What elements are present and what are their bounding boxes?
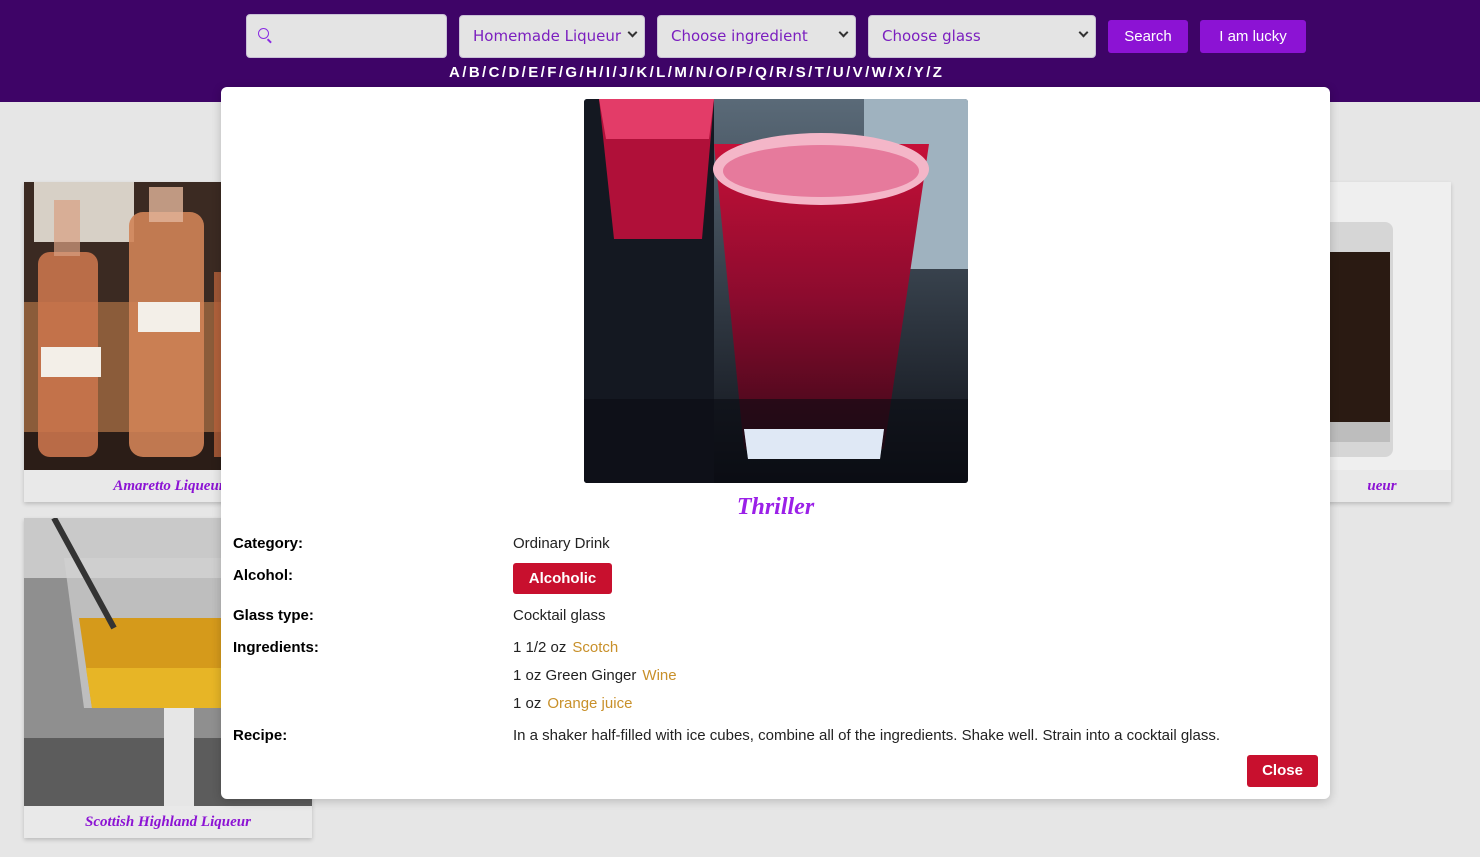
letter-separator: /	[579, 64, 585, 81]
drink-title: Thriller	[736, 494, 815, 520]
letter-separator: /	[729, 64, 735, 81]
search-button[interactable]: Search	[1108, 20, 1188, 53]
letter-link-f[interactable]: F	[547, 64, 557, 81]
letter-link-h[interactable]: H	[586, 64, 597, 81]
chevron-down-icon	[1078, 27, 1089, 38]
ingredient-measure: 1 1/2 oz	[513, 639, 567, 656]
glass-type-label: Glass type:	[233, 607, 314, 624]
letter-link-s[interactable]: S	[796, 64, 806, 81]
letter-separator: /	[689, 64, 694, 81]
letter-separator: /	[769, 64, 774, 81]
letter-separator: /	[709, 64, 714, 81]
letter-link-z[interactable]: Z	[933, 64, 943, 81]
letter-link-t[interactable]: T	[815, 64, 825, 81]
drink-card-name[interactable]: Scottish Highland Liqueur	[24, 814, 312, 831]
close-button[interactable]: Close	[1247, 755, 1318, 787]
letter-separator: /	[907, 64, 912, 81]
ingredient-link[interactable]: Scotch	[572, 639, 618, 656]
glass-select[interactable]: Choose glass	[868, 15, 1096, 58]
letter-separator: /	[748, 64, 754, 81]
ingredient-link[interactable]: Orange juice	[547, 695, 632, 712]
search-icon	[258, 28, 269, 39]
letter-link-u[interactable]: U	[833, 64, 844, 81]
letter-separator: /	[501, 64, 507, 81]
letter-link-k[interactable]: K	[636, 64, 647, 81]
ingredients-label: Ingredients:	[233, 639, 319, 656]
letter-link-n[interactable]: N	[696, 64, 707, 81]
alcohol-label: Alcohol:	[233, 567, 293, 584]
ingredient-row: 1 oz Orange juice	[513, 695, 632, 712]
letter-separator: /	[789, 64, 794, 81]
letter-link-w[interactable]: W	[872, 64, 887, 81]
category-select[interactable]: Homemade Liqueur	[459, 15, 645, 58]
ingredient-measure: 1 oz Green Ginger	[513, 667, 637, 684]
category-select-value: Homemade Liqueur	[473, 27, 622, 45]
letter-link-l[interactable]: L	[656, 64, 666, 81]
letter-separator: /	[629, 64, 635, 81]
chevron-down-icon	[838, 27, 849, 38]
letter-link-x[interactable]: X	[895, 64, 905, 81]
letter-link-c[interactable]: C	[489, 64, 500, 81]
letter-separator: /	[612, 64, 618, 81]
letter-separator: /	[558, 64, 564, 81]
drink-detail-modal: Thriller Category: Ordinary Drink Alcoho…	[221, 87, 1330, 799]
letter-separator: /	[826, 64, 831, 81]
chevron-down-icon	[627, 27, 638, 38]
letter-separator: /	[865, 64, 870, 81]
recipe-label: Recipe:	[233, 727, 288, 744]
glass-type-value: Cocktail glass	[513, 607, 606, 624]
letter-separator: /	[540, 64, 546, 81]
letter-separator: /	[521, 64, 527, 81]
letter-link-v[interactable]: V	[853, 64, 863, 81]
letter-link-m[interactable]: M	[674, 64, 687, 81]
ingredient-select[interactable]: Choose ingredient	[657, 15, 856, 58]
letter-link-d[interactable]: D	[508, 64, 519, 81]
letter-link-i[interactable]: I	[606, 64, 611, 81]
letter-link-y[interactable]: Y	[914, 64, 924, 81]
letter-link-r[interactable]: R	[776, 64, 787, 81]
letter-link-g[interactable]: G	[565, 64, 577, 81]
letter-index: A / B / C / D / E / F / G / H / I / J / K / L / M / N / O / P / Q / R / S / T /…	[449, 64, 1105, 84]
letter-separator: /	[667, 64, 673, 81]
category-value: Ordinary Drink	[513, 535, 610, 552]
letter-separator: /	[482, 64, 487, 81]
ingredient-measure: 1 oz	[513, 695, 542, 712]
ingredient-link[interactable]: Wine	[642, 667, 676, 684]
letter-separator: /	[926, 64, 931, 81]
ingredient-row: 1 oz Green Ginger Wine	[513, 667, 677, 684]
search-input[interactable]	[275, 15, 443, 57]
letter-link-q[interactable]: Q	[755, 64, 767, 81]
letter-link-e[interactable]: E	[528, 64, 538, 81]
ingredient-select-value: Choose ingredient	[671, 27, 808, 45]
drink-image	[584, 99, 968, 483]
category-label: Category:	[233, 535, 304, 552]
letter-link-p[interactable]: P	[736, 64, 746, 81]
alcohol-badge: Alcoholic	[513, 563, 612, 594]
recipe-text: In a shaker half-filled with ice cubes, …	[513, 727, 1221, 744]
glass-select-value: Choose glass	[882, 27, 981, 45]
letter-separator: /	[888, 64, 893, 81]
letter-link-j[interactable]: J	[619, 64, 628, 81]
letter-link-o[interactable]: O	[716, 64, 728, 81]
ingredient-row: 1 1/2 oz Scotch	[513, 639, 618, 656]
letter-separator: /	[649, 64, 655, 81]
letter-separator: /	[462, 64, 467, 81]
letter-separator: /	[599, 64, 604, 81]
letter-separator: /	[808, 64, 813, 81]
lucky-button[interactable]: I am lucky	[1200, 20, 1306, 53]
search-field[interactable]	[246, 14, 447, 58]
letter-separator: /	[846, 64, 851, 81]
letter-link-b[interactable]: B	[469, 64, 480, 81]
letter-link-a[interactable]: A	[449, 64, 460, 81]
